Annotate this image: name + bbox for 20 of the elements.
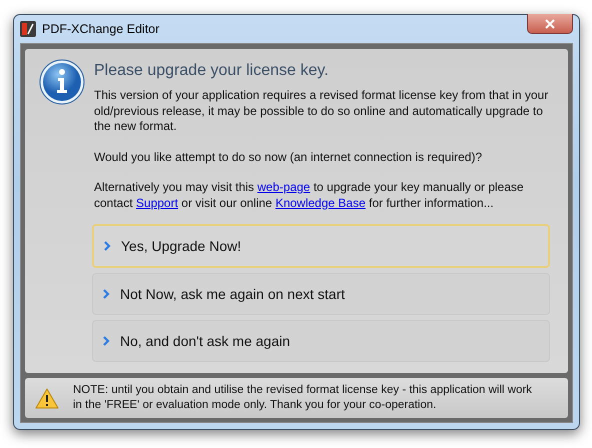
- option-button[interactable]: No, and don't ask me again: [92, 320, 550, 362]
- close-button[interactable]: [527, 14, 573, 34]
- message-paragraph: Alternatively you may visit this web-page to upgrade your key manually or please contact Support or visit our online Knowledge Base for further information...: [94, 180, 525, 211]
- link[interactable]: Support: [136, 196, 178, 210]
- message-heading: Please upgrade your license key.: [94, 62, 330, 80]
- chevron-icon: [103, 289, 110, 299]
- info-icon: [39, 59, 85, 105]
- link[interactable]: web-page: [257, 180, 310, 194]
- note-text: NOTE: until you obtain and utilise the revised format license key - this application will work in the 'FREE' or evaluation mode only. Thank you for your co-operation.: [73, 383, 533, 413]
- option-button[interactable]: Yes, Upgrade Now!: [92, 224, 550, 268]
- link[interactable]: Knowledge Base: [275, 196, 366, 210]
- window-title: PDF-XChange Editor: [42, 22, 160, 36]
- chevron-icon: [103, 336, 110, 346]
- chevron-icon: [104, 241, 111, 251]
- warning-icon: [35, 388, 59, 408]
- app-icon: [20, 21, 36, 37]
- message-paragraph: This version of your application requires a revised format license key from that in your old/previous release, it may be possible to do so online and automatically upgrade to the new format.: [94, 88, 550, 134]
- close-icon: [544, 18, 556, 28]
- message-paragraph: Would you like attempt to do so now (an internet connection is required)?: [94, 150, 483, 165]
- option-button[interactable]: Not Now, ask me again on next start: [92, 273, 550, 315]
